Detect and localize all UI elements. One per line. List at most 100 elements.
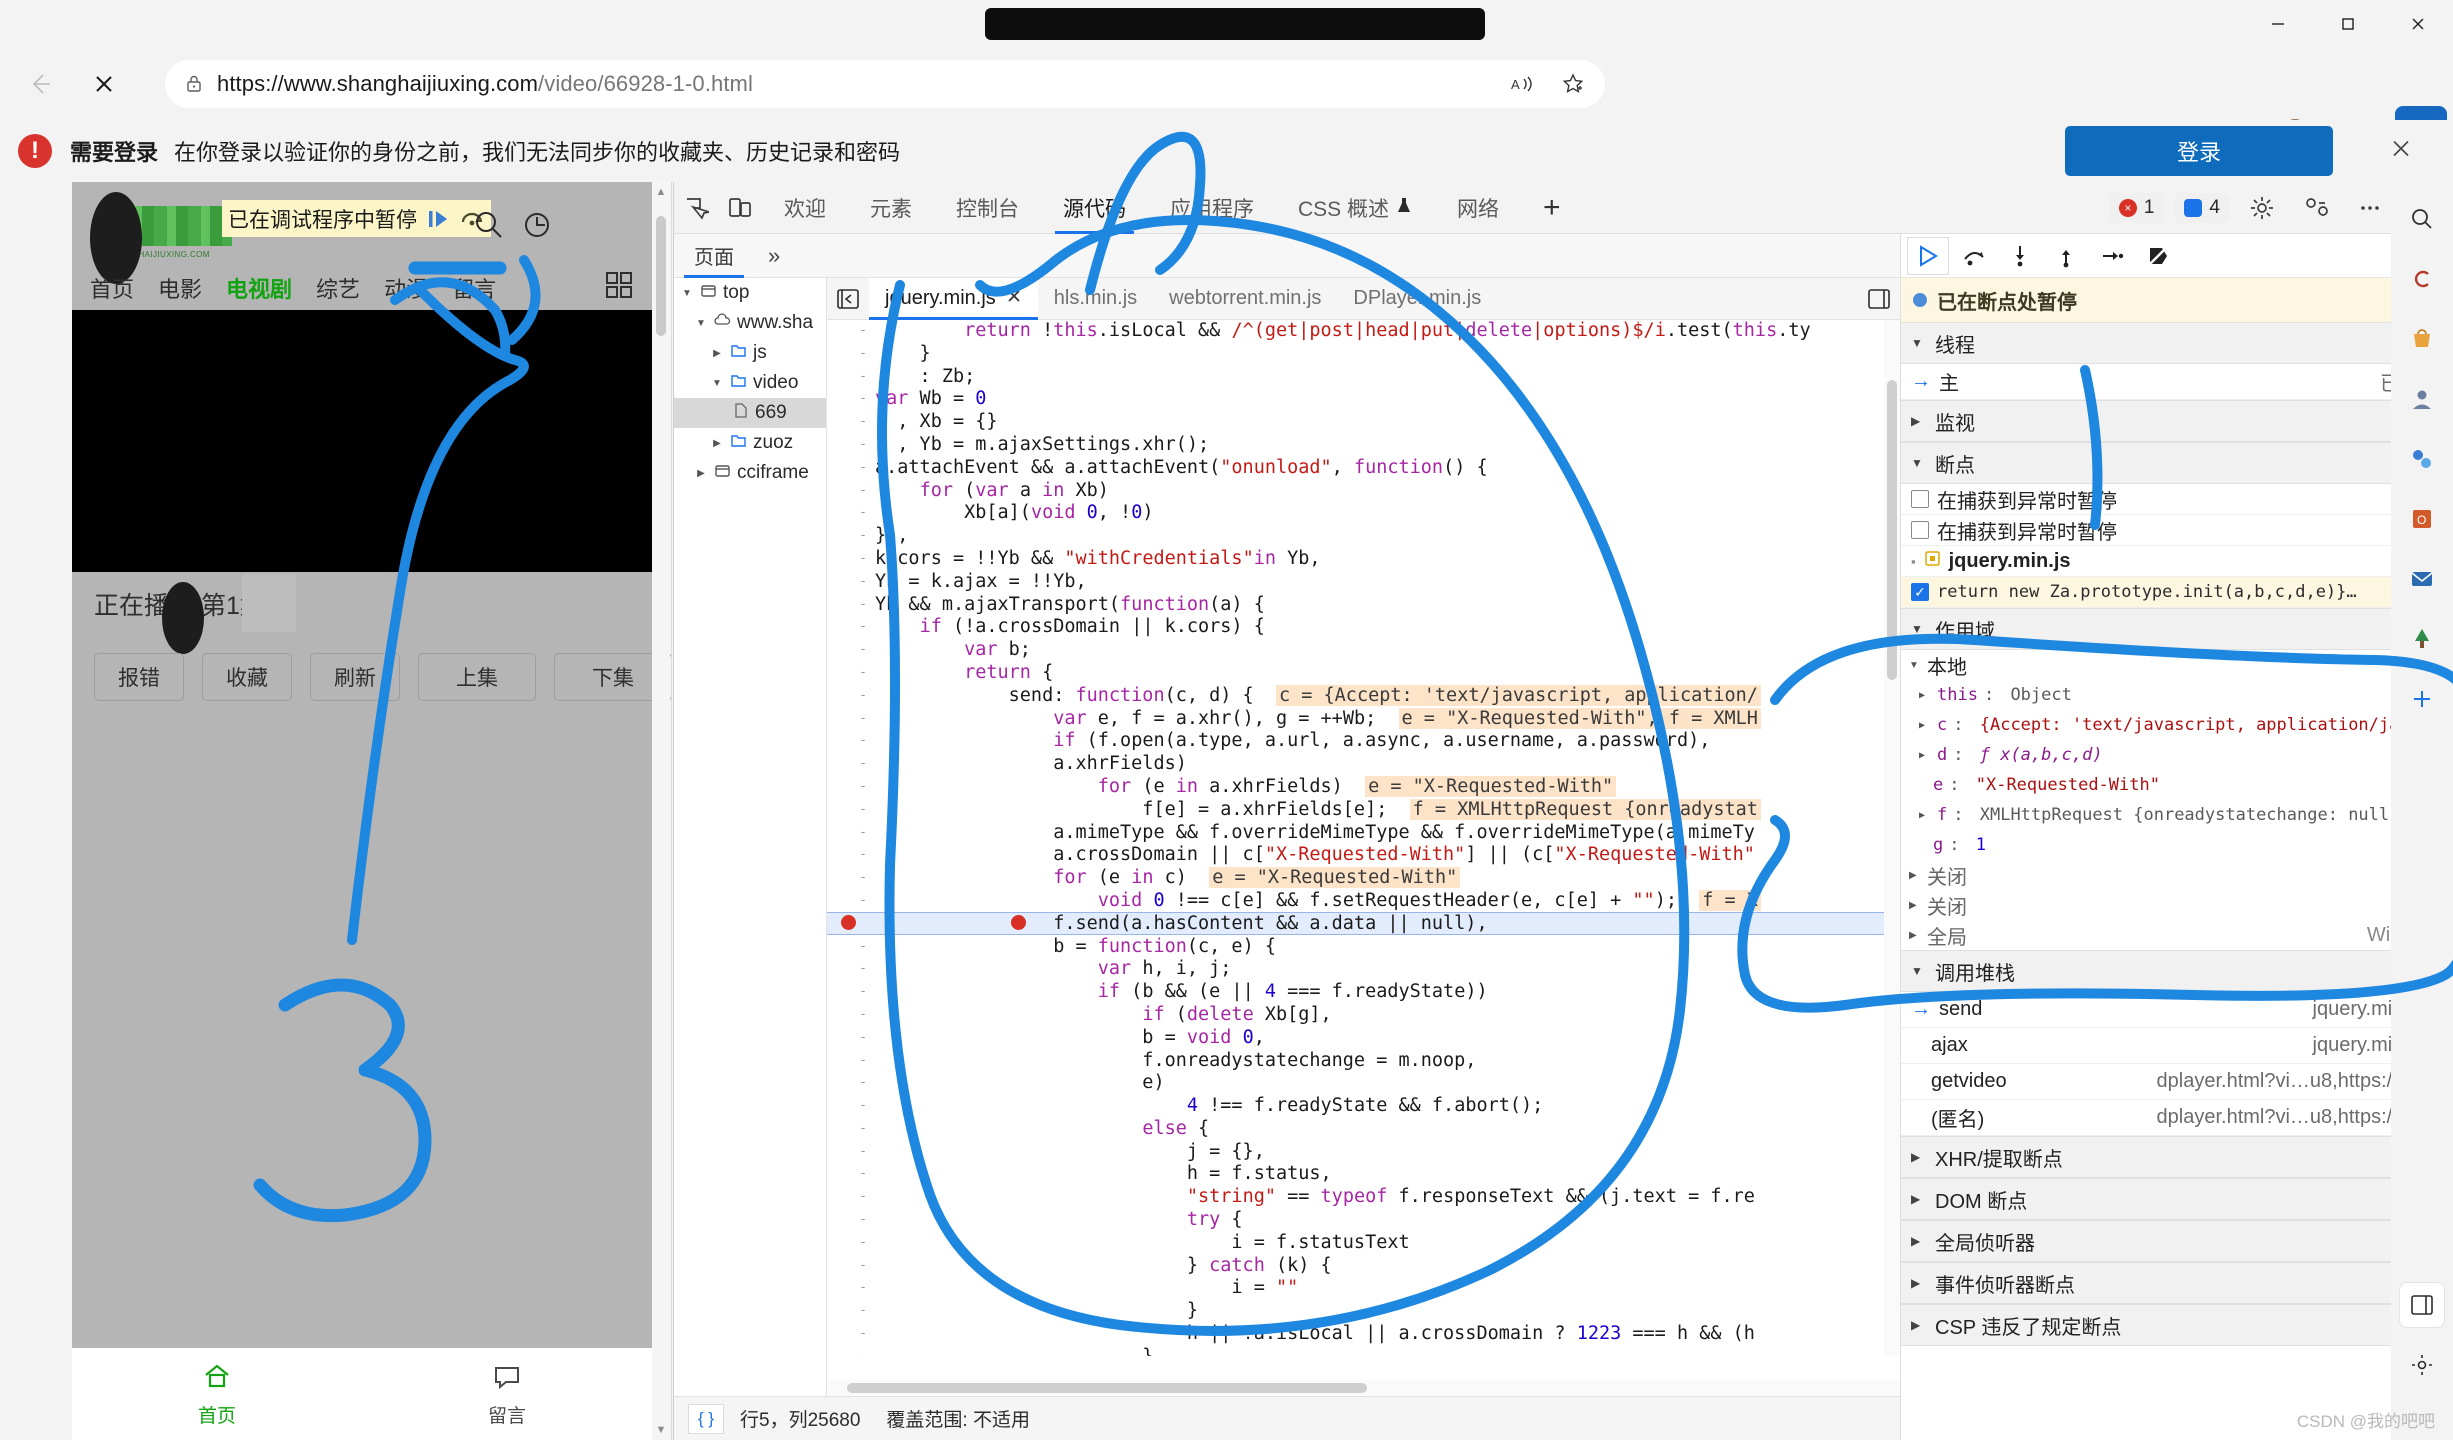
login-button[interactable]: 登录 (2065, 126, 2333, 176)
resume-button[interactable] (1907, 236, 1949, 275)
chevron-down-icon[interactable]: ▼ (1909, 660, 1921, 671)
toggle-debug-sidebar-icon[interactable] (1858, 278, 1900, 320)
edge-apps-icon[interactable] (2399, 436, 2445, 482)
editor-tab-jquery[interactable]: jquery.min.js (869, 277, 1038, 320)
section-csp-violation-breakpoints[interactable]: ▶ CSP 违反了规定断点 (1901, 1304, 2453, 1346)
chevron-right-icon[interactable]: ▶ (1909, 930, 1921, 941)
breakpoint-enabled-checkbox[interactable]: ✓ (1911, 583, 1929, 601)
scope-var-this[interactable]: ▶ this: Object (1901, 680, 2453, 710)
chevron-right-icon[interactable]: ▶ (1911, 414, 1925, 428)
chevron-down-icon[interactable]: ▼ (1911, 622, 1925, 636)
section-xhr-breakpoints[interactable]: ▶ XHR/提取断点 (1901, 1136, 2453, 1178)
tree-row[interactable]: ▶ cciframe (674, 458, 826, 488)
editor-tab-webtorrent[interactable]: webtorrent.min.js (1153, 278, 1337, 320)
deactivate-breakpoints-button[interactable] (2137, 237, 2179, 275)
editor-tab-dplayer[interactable]: DPlayer.min.js (1337, 278, 1497, 320)
error-badge[interactable]: × 1 (2108, 193, 2165, 223)
chevron-down-icon[interactable]: ▼ (1911, 336, 1925, 350)
report-error-button[interactable]: 报错 (94, 653, 184, 701)
breakpoint-option-row[interactable]: 在捕获到异常时暂停 (1901, 515, 2453, 546)
chevron-right-icon[interactable]: ▶ (710, 438, 724, 449)
section-watch[interactable]: ▶ 监视 (1901, 400, 2453, 442)
code-vertical-scrollbar[interactable] (1884, 320, 1900, 1356)
show-navigator-icon[interactable] (827, 278, 869, 320)
inspect-element-icon[interactable] (674, 186, 718, 230)
device-toolbar-icon[interactable] (718, 186, 762, 230)
app-grid-icon[interactable] (604, 270, 634, 305)
pause-on-caught-exceptions-checkbox[interactable] (1911, 490, 1929, 508)
edge-outlook-icon[interactable] (2399, 556, 2445, 602)
section-scope[interactable]: ▼ 作用域 (1901, 608, 2453, 650)
edge-shopping-icon[interactable] (2399, 316, 2445, 362)
code-scroll-thumb[interactable] (1887, 380, 1897, 680)
edge-settings-icon[interactable] (2399, 1342, 2445, 1388)
chevron-right-icon[interactable]: ▶ (1911, 1192, 1925, 1206)
scroll-up-icon[interactable]: ▲ (652, 182, 670, 202)
breakpoint-option-row[interactable]: 在捕获到异常时暂停 (1901, 484, 2453, 515)
chevron-down-icon[interactable]: ▼ (694, 318, 708, 329)
step-out-button[interactable] (2045, 237, 2087, 275)
section-global-listeners[interactable]: ▶ 全局侦听器 (1901, 1220, 2453, 1262)
call-stack-frame[interactable]: → send jquery.min.js:5 (1901, 992, 2453, 1028)
chevron-right-icon[interactable]: ▶ (710, 348, 724, 359)
tab-console[interactable]: 控制台 (934, 182, 1041, 234)
nav-item-variety[interactable]: 综艺 (316, 272, 360, 304)
chevron-down-icon[interactable]: ▼ (1911, 964, 1925, 978)
file-navigator[interactable]: ▼ top ▼ www.sha ▶ js ▼ video 669 ▶ zuoz … (674, 278, 827, 1396)
tab-network[interactable]: 网络 (1435, 182, 1521, 234)
message-badge[interactable]: 4 (2174, 193, 2230, 223)
tab-application[interactable]: 应用程序 (1148, 182, 1276, 234)
tree-row[interactable]: 669 (674, 398, 826, 428)
section-dom-breakpoints[interactable]: ▶ DOM 断点 (1901, 1178, 2453, 1220)
breakpoint-marker-left[interactable] (841, 915, 856, 930)
close-icon[interactable] (2383, 0, 2453, 48)
scope-group-closure-2[interactable]: ▶ 关闭 (1901, 890, 2453, 920)
scope-group-local[interactable]: ▼ 本地 (1901, 650, 2453, 680)
back-icon[interactable] (18, 62, 62, 106)
chevron-right-icon[interactable]: ▶ (1919, 750, 1931, 761)
breakpoint-entry-row[interactable]: ✓ return new Za.prototype.init(a,b,c,d,e… (1901, 577, 2453, 608)
nav-item-home[interactable]: 首页 (90, 272, 134, 304)
chevron-down-icon[interactable]: ▼ (710, 378, 724, 389)
maximize-icon[interactable] (2313, 0, 2383, 48)
edge-tree-icon[interactable] (2399, 616, 2445, 662)
chevron-right-icon[interactable]: ▶ (1911, 1234, 1925, 1248)
customize-devtools-icon[interactable] (2294, 186, 2338, 230)
nav-item-movies[interactable]: 电影 (158, 272, 202, 304)
edge-add-icon[interactable] (2399, 676, 2445, 722)
line-gutter[interactable]: - - - - - - - - - - - - - - - - - - - - - - - - - - - - - - - - - - - - - - - -… (827, 320, 875, 1356)
minimize-icon[interactable] (2243, 0, 2313, 48)
tab-sources[interactable]: 源代码 (1041, 182, 1148, 234)
history-clock-icon[interactable] (520, 208, 554, 242)
call-stack-frame[interactable]: ajax jquery.min.js:5 (1901, 1028, 2453, 1064)
chevron-down-icon[interactable]: ▼ (1911, 456, 1925, 470)
tab-welcome[interactable]: 欢迎 (762, 182, 848, 234)
chevron-right-icon[interactable]: ▶ (1911, 1276, 1925, 1290)
settings-gear-icon[interactable] (2240, 186, 2284, 230)
edge-profile-icon[interactable] (2399, 376, 2445, 422)
favorite-button[interactable]: 收藏 (202, 653, 292, 701)
tab-elements[interactable]: 元素 (848, 182, 934, 234)
chevron-right-icon[interactable]: ▶ (1919, 690, 1931, 701)
code-area[interactable]: - - - - - - - - - - - - - - - - - - - - - - - - - - - - - - - - - - - - - - - -… (827, 320, 1900, 1356)
edge-sidebar-toggle-icon[interactable] (2399, 1282, 2445, 1328)
favorite-star-icon[interactable] (1551, 62, 1595, 106)
section-threads[interactable]: ▼ 线程 (1901, 322, 2453, 364)
video-player[interactable] (72, 310, 652, 572)
tab-css-overview[interactable]: CSS 概述 (1276, 182, 1435, 234)
tree-row[interactable]: ▶ zuoz (674, 428, 826, 458)
collapse-icon[interactable]: ▪ (1911, 554, 1916, 569)
edge-search-icon[interactable] (2399, 196, 2445, 242)
section-breakpoints[interactable]: ▼ 断点 (1901, 442, 2453, 484)
chevron-right-icon[interactable]: ▶ (1911, 1318, 1925, 1332)
footer-item-home[interactable]: 首页 (72, 1361, 362, 1428)
pretty-print-button[interactable]: { } (688, 1403, 724, 1434)
search-icon[interactable] (472, 208, 506, 242)
breakpoint-file-row[interactable]: ▪ jquery.min.js (1901, 546, 2453, 577)
subtab-page[interactable]: 页面 (674, 234, 754, 278)
add-panel-button[interactable]: + (1521, 182, 1583, 234)
more-subtabs-icon[interactable]: » (754, 243, 794, 269)
edge-copilot-icon[interactable] (2399, 256, 2445, 302)
scope-group-closure-1[interactable]: ▶ 关闭 (1901, 860, 2453, 890)
step-over-button[interactable] (1953, 237, 1995, 275)
